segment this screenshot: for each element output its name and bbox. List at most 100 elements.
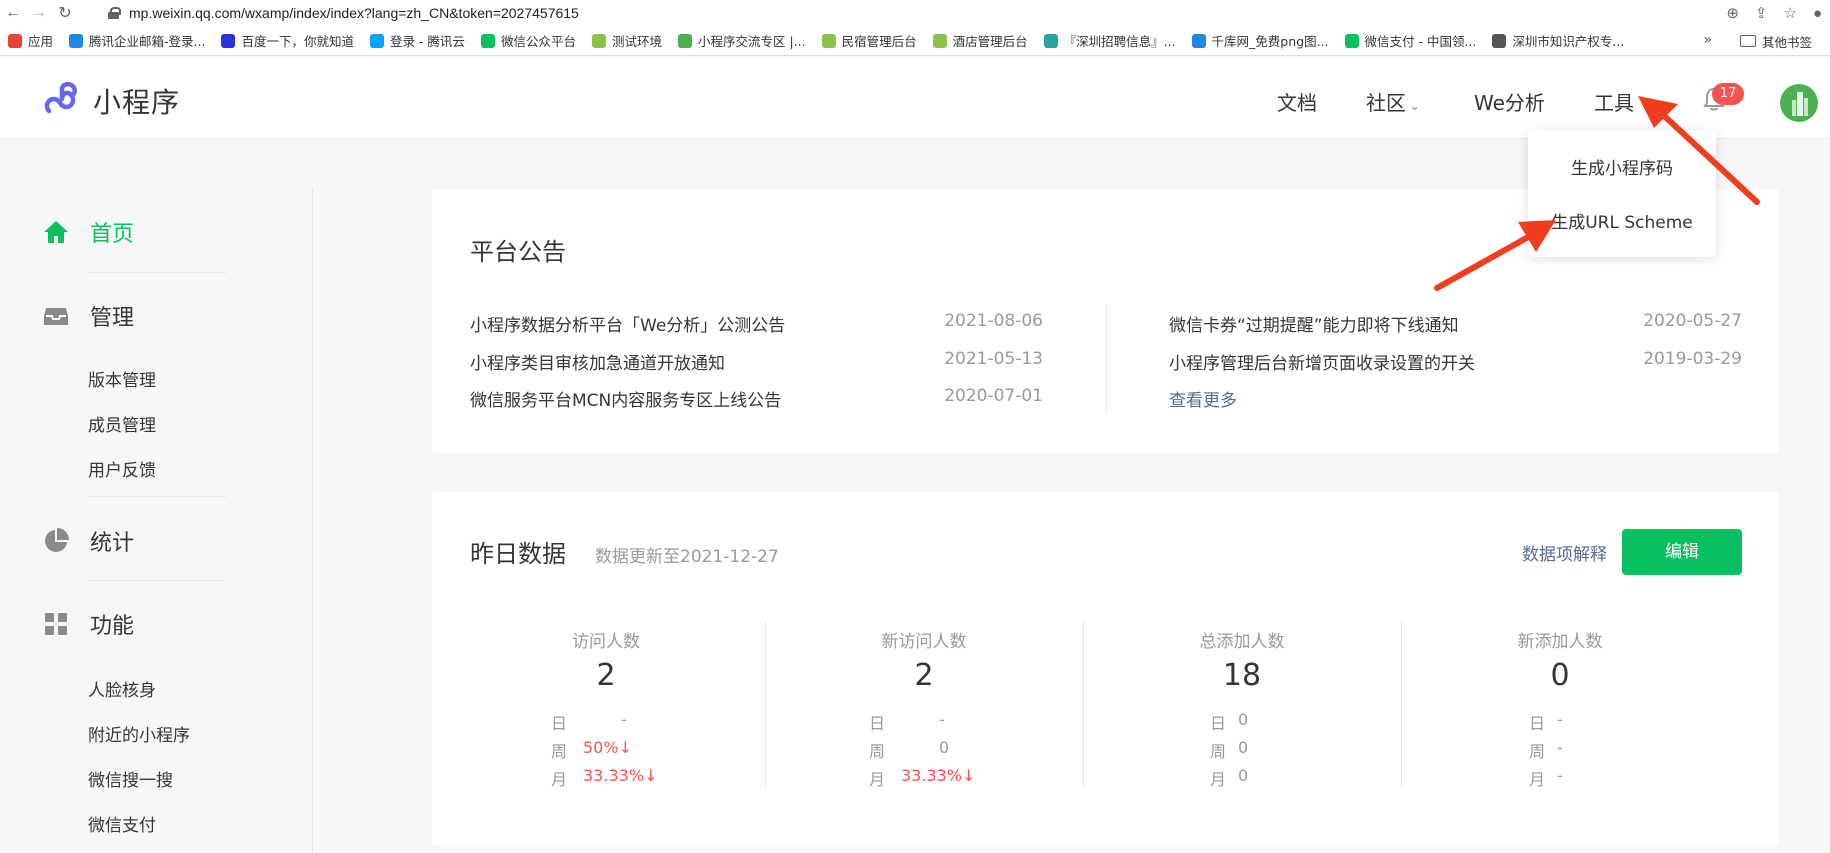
- bookmark-label: 深圳市知识产权专...: [1512, 34, 1625, 49]
- bookmark-item[interactable]: 测试环境: [591, 31, 662, 50]
- star-icon[interactable]: ☆: [1783, 4, 1796, 22]
- sidebar-item-version[interactable]: 版本管理: [88, 366, 156, 391]
- bookmark-label: 百度一下，你就知道: [241, 34, 354, 49]
- announcements-divider: [1106, 304, 1107, 414]
- stat-label: 总添加人数: [1199, 632, 1285, 652]
- forward-icon[interactable]: →: [26, 4, 52, 22]
- other-bookmarks[interactable]: 其他书签: [1739, 26, 1812, 55]
- bookmark-item[interactable]: 微信公众平台: [480, 31, 576, 50]
- reload-icon[interactable]: ↻: [52, 3, 78, 23]
- bookmark-item[interactable]: 『深圳招聘信息』...: [1043, 31, 1176, 50]
- bookmark-favicon-icon: [1191, 33, 1206, 48]
- bookmark-item[interactable]: 小程序交流专区 |...: [677, 31, 806, 50]
- sidebar-item-members[interactable]: 成员管理: [88, 411, 156, 436]
- url-text: mp.weixin.qq.com/wxamp/index/index?lang=…: [129, 5, 579, 21]
- bookmark-label: 小程序交流专区 |...: [697, 34, 806, 49]
- stat-row-label: 日: [1210, 714, 1227, 733]
- sidebar-divider: [88, 580, 226, 581]
- profile-icon[interactable]: ●: [1813, 5, 1822, 22]
- menu-item-generate-url-scheme[interactable]: 生成URL Scheme: [1528, 208, 1716, 233]
- sidebar-item-stats-label: 统计: [90, 531, 135, 556]
- stat-row-day: 日-: [869, 710, 945, 734]
- stat-row-day: 日-: [551, 710, 627, 734]
- bookmark-item[interactable]: 民宿管理后台: [821, 31, 917, 50]
- sidebar-item-wechat-search[interactable]: 微信搜一搜: [88, 766, 173, 791]
- nav-analytics[interactable]: We分析: [1474, 87, 1545, 116]
- stat-row-week: 周 50%↓: [551, 738, 632, 762]
- sidebar-border: [312, 188, 313, 853]
- notification-badge: 17: [1712, 83, 1744, 105]
- announcement-date: 2021-08-06: [944, 311, 1043, 331]
- bookmark-label: 腾讯企业邮箱-登录...: [89, 34, 206, 49]
- announcement-link[interactable]: 微信卡券“过期提醒”能力即将下线通知: [1169, 311, 1459, 336]
- announcement-link[interactable]: 微信服务平台MCN内容服务专区上线公告: [470, 386, 781, 411]
- bookmark-item[interactable]: 深圳市知识产权专...: [1492, 31, 1624, 50]
- announcement-date: 2020-05-27: [1643, 311, 1742, 331]
- bookmark-item[interactable]: 微信支付 - 中国领...: [1344, 31, 1476, 50]
- bookmark-item[interactable]: 千库网_免费png图...: [1191, 31, 1329, 50]
- more-bookmarks-icon[interactable]: »: [1703, 32, 1712, 48]
- bookmark-label: 民宿管理后台: [841, 34, 917, 49]
- announcement-link[interactable]: 小程序类目审核加急通道开放通知: [470, 349, 725, 374]
- home-icon: [44, 221, 68, 243]
- url-field[interactable]: mp.weixin.qq.com/wxamp/index/index?lang=…: [100, 2, 1680, 24]
- sidebar-item-home[interactable]: 首页: [42, 216, 134, 248]
- miniprogram-logo-icon[interactable]: [43, 81, 81, 117]
- stat-value: 2: [596, 658, 616, 693]
- bookmark-label: 应用: [28, 34, 54, 49]
- bookmark-item[interactable]: 登录 - 腾讯云: [369, 31, 465, 50]
- avatar[interactable]: [1780, 84, 1818, 122]
- zoom-icon[interactable]: ⊕: [1726, 4, 1739, 22]
- stat-row-value: -: [939, 710, 945, 729]
- sidebar-item-stats[interactable]: 统计: [42, 525, 134, 557]
- bookmark-label: 登录 - 腾讯云: [389, 34, 465, 49]
- stat-row-week: 周0: [869, 738, 949, 762]
- announcement-date: 2020-07-01: [944, 386, 1043, 406]
- stat-row-label: 周: [551, 742, 568, 761]
- bookmark-favicon-icon: [1043, 33, 1058, 48]
- stat-column: 访问人数 2 日 - 周 50%↓ 月 33.33%↓: [447, 492, 766, 792]
- bookmarks-bar: 应用 腾讯企业邮箱-登录... 百度一下，你就知道 登录 - 腾讯云 微信公众平台 测试环…: [0, 26, 1830, 56]
- sidebar-item-feedback[interactable]: 用户反馈: [88, 456, 156, 481]
- stat-row-day: 日-: [1529, 710, 1563, 734]
- stat-row-label: 月: [551, 770, 568, 789]
- stat-row-label: 日: [869, 714, 886, 733]
- stat-value: 2: [914, 658, 934, 693]
- bookmark-favicon-icon: [932, 33, 947, 48]
- bookmark-favicon-icon: [369, 33, 384, 48]
- bookmark-item[interactable]: 腾讯企业邮箱-登录...: [69, 31, 205, 50]
- menu-item-generate-qrcode[interactable]: 生成小程序码: [1528, 154, 1716, 179]
- stat-value: 18: [1222, 658, 1262, 693]
- bookmark-item[interactable]: 百度一下，你就知道: [221, 31, 354, 50]
- grid-icon: [45, 613, 67, 635]
- bookmark-label: 测试环境: [611, 34, 662, 49]
- sidebar-item-nearby[interactable]: 附近的小程序: [88, 721, 190, 746]
- bookmark-item[interactable]: 酒店管理后台: [932, 31, 1028, 50]
- other-bookmarks-label: 其他书签: [1761, 34, 1812, 50]
- stat-row-label: 日: [1529, 714, 1546, 733]
- stat-column: 总添加人数 18 日 0 周 0 月 0: [1083, 492, 1402, 792]
- sidebar-item-wechat-pay[interactable]: 微信支付: [88, 811, 156, 836]
- stat-row-value: -: [1557, 710, 1563, 729]
- lock-icon: [108, 7, 121, 19]
- announcement-link[interactable]: 小程序数据分析平台「We分析」公测公告: [470, 311, 785, 336]
- sidebar-item-features[interactable]: 功能: [42, 608, 134, 640]
- sidebar-item-face-verify[interactable]: 人脸核身: [88, 676, 156, 701]
- bookmark-item[interactable]: 应用: [8, 31, 53, 50]
- stat-row-value: 33.33%↓: [583, 766, 658, 785]
- nav-docs[interactable]: 文档: [1277, 87, 1317, 116]
- nav-community[interactable]: 社区 ⌄: [1366, 87, 1420, 116]
- sidebar-divider: [88, 496, 226, 497]
- share-icon[interactable]: ⇪: [1755, 4, 1768, 22]
- back-icon[interactable]: ←: [0, 4, 26, 22]
- bookmark-favicon-icon: [480, 33, 495, 48]
- announcement-link[interactable]: 小程序管理后台新增页面收录设置的开关: [1169, 349, 1475, 374]
- bookmark-favicon-icon: [8, 33, 22, 48]
- bookmark-label: 微信公众平台: [500, 34, 576, 49]
- announcements-title: 平台公告: [470, 238, 566, 266]
- stat-row-label: 周: [1529, 742, 1546, 761]
- see-more-link[interactable]: 查看更多: [1169, 386, 1237, 411]
- sidebar-item-manage[interactable]: 管理: [42, 300, 134, 332]
- nav-tools[interactable]: 工具: [1594, 87, 1634, 116]
- stat-row-day: 日0: [1210, 710, 1248, 734]
